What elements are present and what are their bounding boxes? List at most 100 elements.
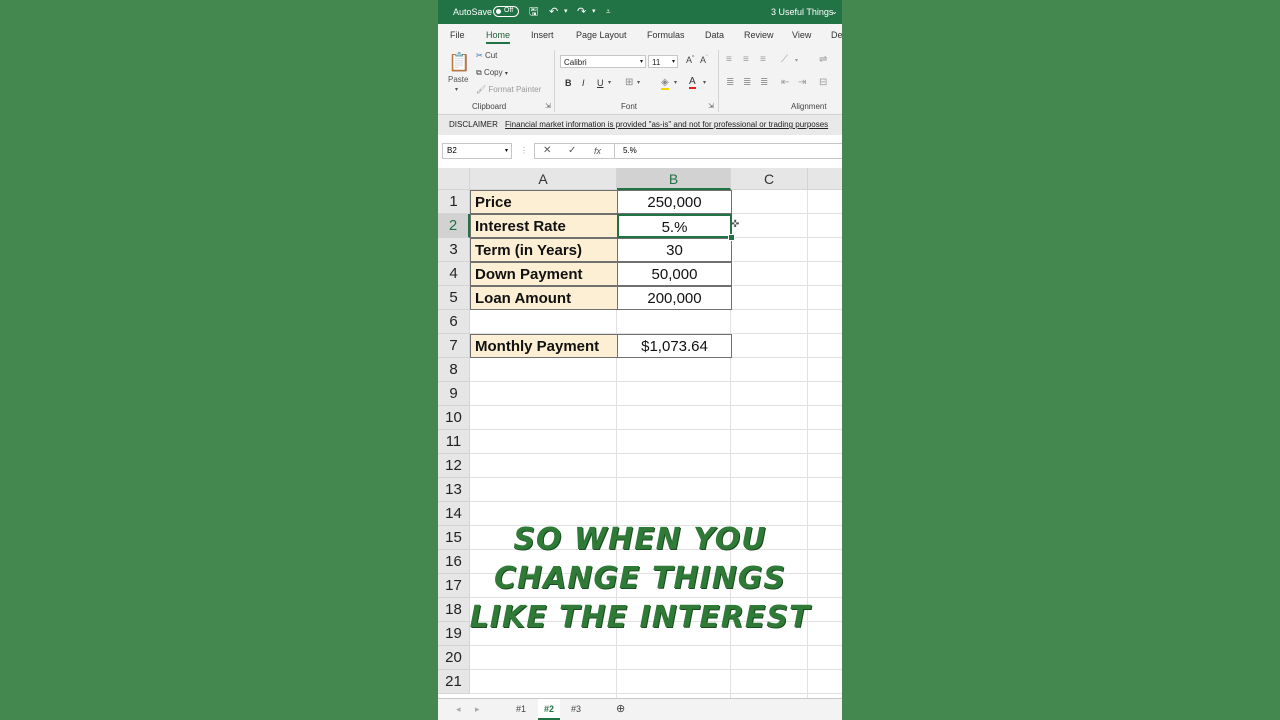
- row-header[interactable]: 10: [438, 406, 470, 430]
- cell-a3[interactable]: Term (in Years): [470, 238, 617, 262]
- column-header-c[interactable]: C: [731, 168, 808, 190]
- cursor-crosshair-icon: ✜: [731, 219, 740, 230]
- row-header[interactable]: 6: [438, 310, 470, 334]
- row-header[interactable]: 20: [438, 646, 470, 670]
- select-all-corner[interactable]: [438, 168, 470, 190]
- paste-dropdown-icon[interactable]: ▾: [455, 86, 458, 93]
- fill-dropdown-icon[interactable]: ▾: [674, 79, 677, 86]
- increase-font-icon[interactable]: A^: [686, 55, 694, 65]
- redo-dropdown-icon[interactable]: ▾: [592, 0, 596, 24]
- insert-function-icon[interactable]: fx: [594, 143, 601, 159]
- fill-handle[interactable]: [728, 234, 735, 241]
- cut-button[interactable]: ✂ Cut: [476, 51, 497, 60]
- row-header[interactable]: 13: [438, 478, 470, 502]
- row-header[interactable]: 2: [438, 214, 470, 238]
- row-header[interactable]: 21: [438, 670, 470, 694]
- sheet-tab-3[interactable]: #3: [565, 699, 587, 720]
- paste-icon[interactable]: 📋: [448, 52, 470, 72]
- enter-check-icon[interactable]: ✓: [568, 143, 576, 159]
- align-right-icon[interactable]: ≣: [760, 77, 768, 89]
- save-icon[interactable]: 🖫: [529, 0, 538, 24]
- row-header[interactable]: 4: [438, 262, 470, 286]
- decrease-font-icon[interactable]: Aˇ: [700, 55, 708, 65]
- italic-button[interactable]: I: [582, 78, 585, 88]
- bold-button[interactable]: B: [565, 78, 572, 88]
- underline-dropdown-icon[interactable]: ▾: [608, 79, 611, 86]
- tab-formulas[interactable]: Formulas: [647, 24, 685, 46]
- clipboard-launcher-icon[interactable]: ⇲: [545, 102, 551, 110]
- cell-a4[interactable]: Down Payment: [470, 262, 617, 286]
- cancel-icon[interactable]: ✕: [543, 143, 551, 159]
- chevron-down-icon[interactable]: ⌄: [831, 0, 838, 24]
- cell-b5[interactable]: 200,000: [617, 286, 732, 310]
- caption-line: like the interest: [469, 600, 811, 635]
- next-sheet-icon[interactable]: ▸: [469, 699, 486, 720]
- wrap-text-icon[interactable]: ⇌: [819, 54, 827, 66]
- row-header[interactable]: 9: [438, 382, 470, 406]
- font-name-select[interactable]: Calibri ▾: [560, 55, 646, 68]
- sheet-tab-1[interactable]: #1: [510, 699, 532, 720]
- borders-dropdown-icon[interactable]: ▾: [637, 79, 640, 86]
- row-header[interactable]: 1: [438, 190, 470, 214]
- disclaimer-link[interactable]: Financial market information is provided…: [505, 115, 828, 135]
- column-header-d[interactable]: [808, 168, 842, 190]
- merge-center-icon[interactable]: ⊟: [819, 77, 827, 89]
- undo-dropdown-icon[interactable]: ▾: [564, 0, 568, 24]
- formula-input[interactable]: 5.%: [614, 143, 842, 159]
- cell-b1[interactable]: 250,000: [617, 190, 732, 214]
- tab-file[interactable]: File: [450, 24, 465, 46]
- autosave-toggle[interactable]: Off: [493, 6, 519, 17]
- document-title[interactable]: 3 Useful Things: [771, 0, 833, 24]
- tab-page-layout[interactable]: Page Layout: [576, 24, 627, 46]
- fill-color-icon[interactable]: ◈: [661, 77, 669, 90]
- row-header[interactable]: 11: [438, 430, 470, 454]
- cell-b2[interactable]: 5.%: [617, 214, 732, 238]
- cell-a2[interactable]: Interest Rate: [470, 214, 617, 238]
- format-painter-button[interactable]: 🖌 Format Painter: [476, 85, 541, 94]
- tab-home[interactable]: Home: [486, 24, 511, 46]
- align-bottom-icon[interactable]: ≡: [760, 54, 766, 66]
- borders-icon[interactable]: ⊞: [625, 77, 633, 88]
- cell-a7[interactable]: Monthly Payment: [470, 334, 617, 358]
- redo-icon[interactable]: ↷: [577, 0, 586, 24]
- add-sheet-icon[interactable]: ⊕: [610, 699, 631, 720]
- tab-review[interactable]: Review: [744, 24, 774, 46]
- paste-label[interactable]: Paste: [448, 75, 468, 84]
- row-header[interactable]: 3: [438, 238, 470, 262]
- tab-insert[interactable]: Insert: [531, 24, 554, 46]
- font-color-dropdown-icon[interactable]: ▾: [703, 79, 706, 86]
- orientation-icon[interactable]: ⟋: [781, 54, 788, 66]
- underline-button[interactable]: U: [597, 78, 604, 88]
- row-header[interactable]: 5: [438, 286, 470, 310]
- cell-b4[interactable]: 50,000: [617, 262, 732, 286]
- name-box[interactable]: B2 ▾: [442, 143, 512, 159]
- cell-a5[interactable]: Loan Amount: [470, 286, 617, 310]
- row-header[interactable]: 7: [438, 334, 470, 358]
- tab-view[interactable]: View: [792, 24, 811, 46]
- customize-toolbar-icon[interactable]: ⩡: [606, 0, 611, 24]
- decrease-indent-icon[interactable]: ⇤: [781, 77, 789, 89]
- align-center-icon[interactable]: ≣: [743, 77, 751, 89]
- font-launcher-icon[interactable]: ⇲: [708, 102, 714, 110]
- row-header[interactable]: 8: [438, 358, 470, 382]
- orientation-dropdown-icon[interactable]: ▾: [795, 55, 798, 67]
- align-left-icon[interactable]: ≣: [726, 77, 734, 89]
- copy-button[interactable]: ⧉ Copy ▾: [476, 68, 508, 78]
- undo-icon[interactable]: ↶: [549, 0, 558, 24]
- cell-a1[interactable]: Price: [470, 190, 617, 214]
- cell-b7[interactable]: $1,073.64: [617, 334, 732, 358]
- cell-b3[interactable]: 30: [617, 238, 732, 262]
- increase-indent-icon[interactable]: ⇥: [798, 77, 806, 89]
- gridline: [470, 405, 842, 406]
- prev-sheet-icon[interactable]: ◂: [450, 699, 467, 720]
- row-header[interactable]: 12: [438, 454, 470, 478]
- column-header-a[interactable]: A: [470, 168, 617, 190]
- font-color-icon[interactable]: A: [689, 76, 696, 89]
- column-header-b[interactable]: B: [617, 168, 731, 190]
- sheet-tab-2[interactable]: #2: [538, 699, 561, 720]
- align-middle-icon[interactable]: ≡: [743, 54, 749, 66]
- font-size-select[interactable]: 11 ▾: [648, 55, 678, 68]
- tab-developer[interactable]: De: [831, 24, 842, 46]
- align-top-icon[interactable]: ≡: [726, 54, 732, 66]
- tab-data[interactable]: Data: [705, 24, 724, 46]
